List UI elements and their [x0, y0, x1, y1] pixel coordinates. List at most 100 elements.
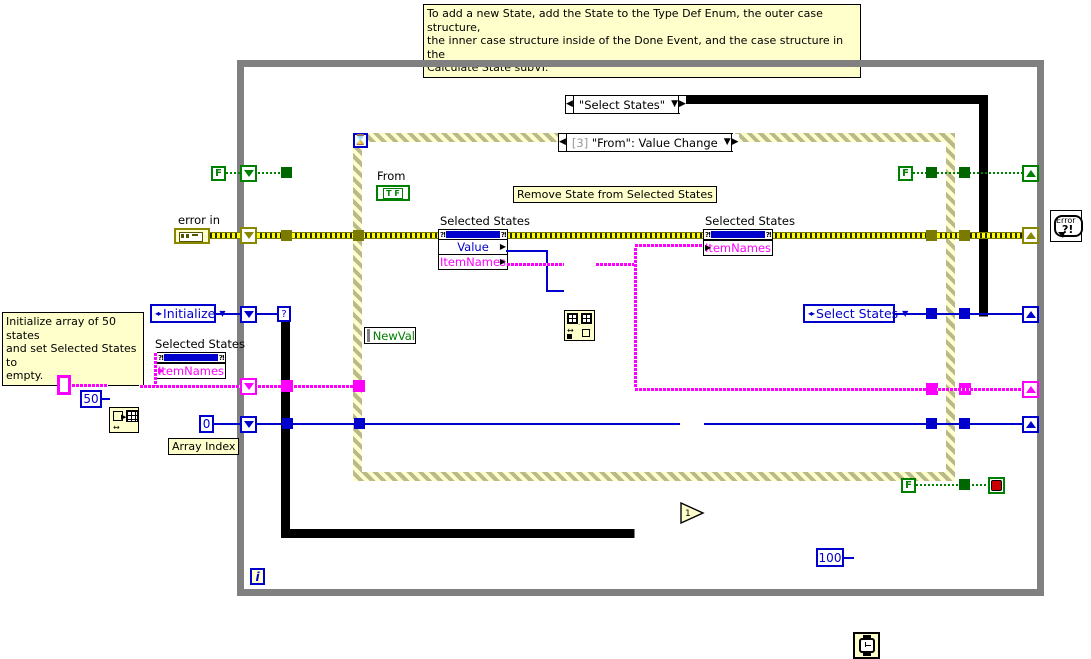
initialize-enum-value: Initialize: [163, 306, 216, 321]
loop-tunnel-arrow-enum[interactable]: [240, 306, 257, 323]
case-next-arrow-icon[interactable]: ▶: [678, 96, 686, 113]
case-tunnel-error-left[interactable]: [281, 230, 292, 241]
cluster-field-itemnames: ▶ ItemNames: [157, 363, 225, 378]
wire-delete-to-event-right: [634, 388, 937, 391]
outer-case-selector-label: "Select States": [578, 97, 666, 112]
selected-states-cluster-right[interactable]: ?! ?! ▶ ItemNames: [703, 229, 773, 256]
case-prev-arrow-icon[interactable]: ◀: [566, 96, 574, 113]
selected-states-cluster-mid[interactable]: ?! ?! Value ▶ ItemNames ▶: [438, 229, 508, 270]
cluster-field-itemnames: ▶ ItemNames: [704, 240, 772, 255]
svg-text:1: 1: [685, 509, 691, 519]
event-tunnel-boolean-right[interactable]: [926, 167, 937, 178]
event-tunnel-cluster-left[interactable]: [353, 380, 365, 392]
select-states-enum-value: Select States: [816, 306, 899, 321]
newval-label: NewVal: [372, 328, 415, 343]
cluster-type-icon: ?!: [500, 230, 507, 239]
cluster-field-value: Value ▶: [457, 240, 506, 254]
enum-left-right-icon: ◂▸: [808, 309, 815, 318]
loop-tunnel-arrow-index-right[interactable]: [1022, 416, 1039, 433]
wire-value-down: [546, 250, 548, 292]
case-tunnel-index-left[interactable]: [282, 418, 293, 429]
cluster-type-icon: ?!: [705, 230, 711, 239]
event-case-selector-label: [3] "From": Value Change: [567, 134, 724, 151]
initialize-enum-constant[interactable]: ◂▸ Initialize ▼: [150, 304, 226, 323]
cluster-type-icon: ?!: [218, 353, 225, 362]
case-tunnel-cluster-left[interactable]: [281, 380, 293, 392]
loop-tunnel-arrow-error-left[interactable]: [240, 227, 257, 244]
loop-iteration-terminal: i: [250, 568, 265, 585]
cluster-type-icon: ?!: [765, 230, 772, 239]
wire-wait-ms: [844, 557, 854, 559]
wire-increment-out: [704, 423, 937, 425]
cluster-bar: ?! ?!: [704, 230, 772, 240]
stop-icon: [991, 480, 1002, 491]
selected-states-label-right: Selected States: [705, 214, 795, 228]
wait-ms-function[interactable]: [853, 632, 880, 659]
event-prev-arrow-icon[interactable]: ◀: [559, 134, 567, 151]
error-in-control[interactable]: [174, 228, 210, 244]
terminal-nub: [367, 329, 370, 342]
loop-tunnel-arrow-index[interactable]: [240, 416, 257, 433]
event-tunnel-index-right[interactable]: [926, 418, 937, 429]
timeout-hourglass-icon[interactable]: ⌛: [353, 133, 368, 148]
event-case-index: [3]: [571, 135, 589, 150]
wire-value-to-delete: [506, 250, 548, 252]
cluster-type-icon: ?!: [158, 353, 164, 362]
array-index-label: Array Index: [168, 438, 240, 455]
from-boolean-terminal[interactable]: T F: [376, 185, 410, 201]
case-selector-question-terminal[interactable]: ?: [277, 306, 291, 322]
wire-cluster-branch-left: [154, 352, 157, 386]
remove-state-comment: Remove State from Selected States: [513, 186, 717, 203]
wire-itemnames-to-delete: [506, 263, 564, 266]
array-index-constant[interactable]: 0: [199, 415, 214, 433]
case-tunnel-enum-right[interactable]: [959, 308, 970, 319]
chevron-down-icon[interactable]: ▼: [724, 134, 731, 151]
initialize-array-function[interactable]: ▶ ↔: [109, 407, 139, 433]
initialize-comment-note: Initialize array of 50 states and set Se…: [2, 312, 144, 386]
loop-tunnel-arrow-cluster-left[interactable]: [240, 378, 257, 395]
cluster-type-icon: ?!: [440, 230, 446, 239]
case-tunnel-boolean-right[interactable]: [959, 167, 970, 178]
selected-states-cluster-left[interactable]: ?! ?! ▶ ItemNames: [156, 352, 226, 379]
loop-tunnel-arrow-enum-right[interactable]: [1022, 306, 1039, 323]
wire-empty-const: [71, 384, 108, 387]
cluster-bar: ?! ?!: [439, 230, 507, 240]
loop-tunnel-arrow-cluster-right[interactable]: [1022, 381, 1039, 398]
from-label: From: [377, 169, 406, 183]
false-constant-stop[interactable]: F: [901, 478, 916, 493]
event-next-arrow-icon[interactable]: ▶: [730, 134, 739, 151]
event-tunnel-enum-right[interactable]: [926, 308, 937, 319]
wire-delete-out: [595, 263, 636, 266]
event-case-selector[interactable]: ◀ [3] "From": Value Change ▼ ▶: [558, 133, 739, 152]
error-in-label: error in: [178, 213, 220, 227]
array-size-constant[interactable]: 50: [80, 390, 102, 408]
loop-stop-terminal[interactable]: [988, 477, 1005, 494]
case-tunnel-error-right[interactable]: [959, 230, 970, 241]
loop-tunnel-arrow-boolean-right[interactable]: [1022, 165, 1039, 182]
select-states-enum-constant[interactable]: ◂▸ Select States ▼: [803, 304, 908, 323]
newval-event-terminal[interactable]: NewVal: [364, 327, 416, 344]
event-tunnel-error-left[interactable]: [353, 230, 364, 241]
empty-array-constant[interactable]: [57, 375, 71, 395]
boolean-tf-label: T F: [383, 187, 403, 199]
wire-error-main: [210, 232, 1023, 239]
false-constant-left[interactable]: F: [211, 166, 226, 181]
loop-tunnel-arrow-error-right[interactable]: [1022, 227, 1039, 244]
cluster-field-itemnames: ItemNames ▶: [439, 254, 507, 269]
selected-states-label-mid: Selected States: [440, 214, 530, 228]
event-case-text: "From": Value Change: [591, 135, 718, 150]
loop-tunnel-arrow-boolean-left[interactable]: [240, 165, 257, 182]
selected-states-label-left: Selected States: [155, 337, 245, 351]
false-constant-right[interactable]: F: [898, 166, 913, 181]
wire-stop-condition: [916, 484, 988, 486]
event-tunnel-error-right[interactable]: [926, 230, 937, 241]
event-tunnel-index-left[interactable]: [354, 418, 365, 429]
case-tunnel-stop[interactable]: [959, 479, 970, 490]
delete-from-array-function[interactable]: . ↔: [564, 310, 595, 341]
case-tunnel-boolean-left[interactable]: [281, 167, 292, 178]
outer-case-selector[interactable]: ◀ "Select States" ▼ ▶: [565, 95, 686, 114]
chevron-down-icon[interactable]: ▼: [671, 96, 678, 113]
wire-cluster-to-case: [257, 385, 357, 388]
error-indicator-node[interactable]: Error ?!: [1050, 210, 1083, 242]
wait-ms-constant[interactable]: 100: [816, 548, 844, 567]
